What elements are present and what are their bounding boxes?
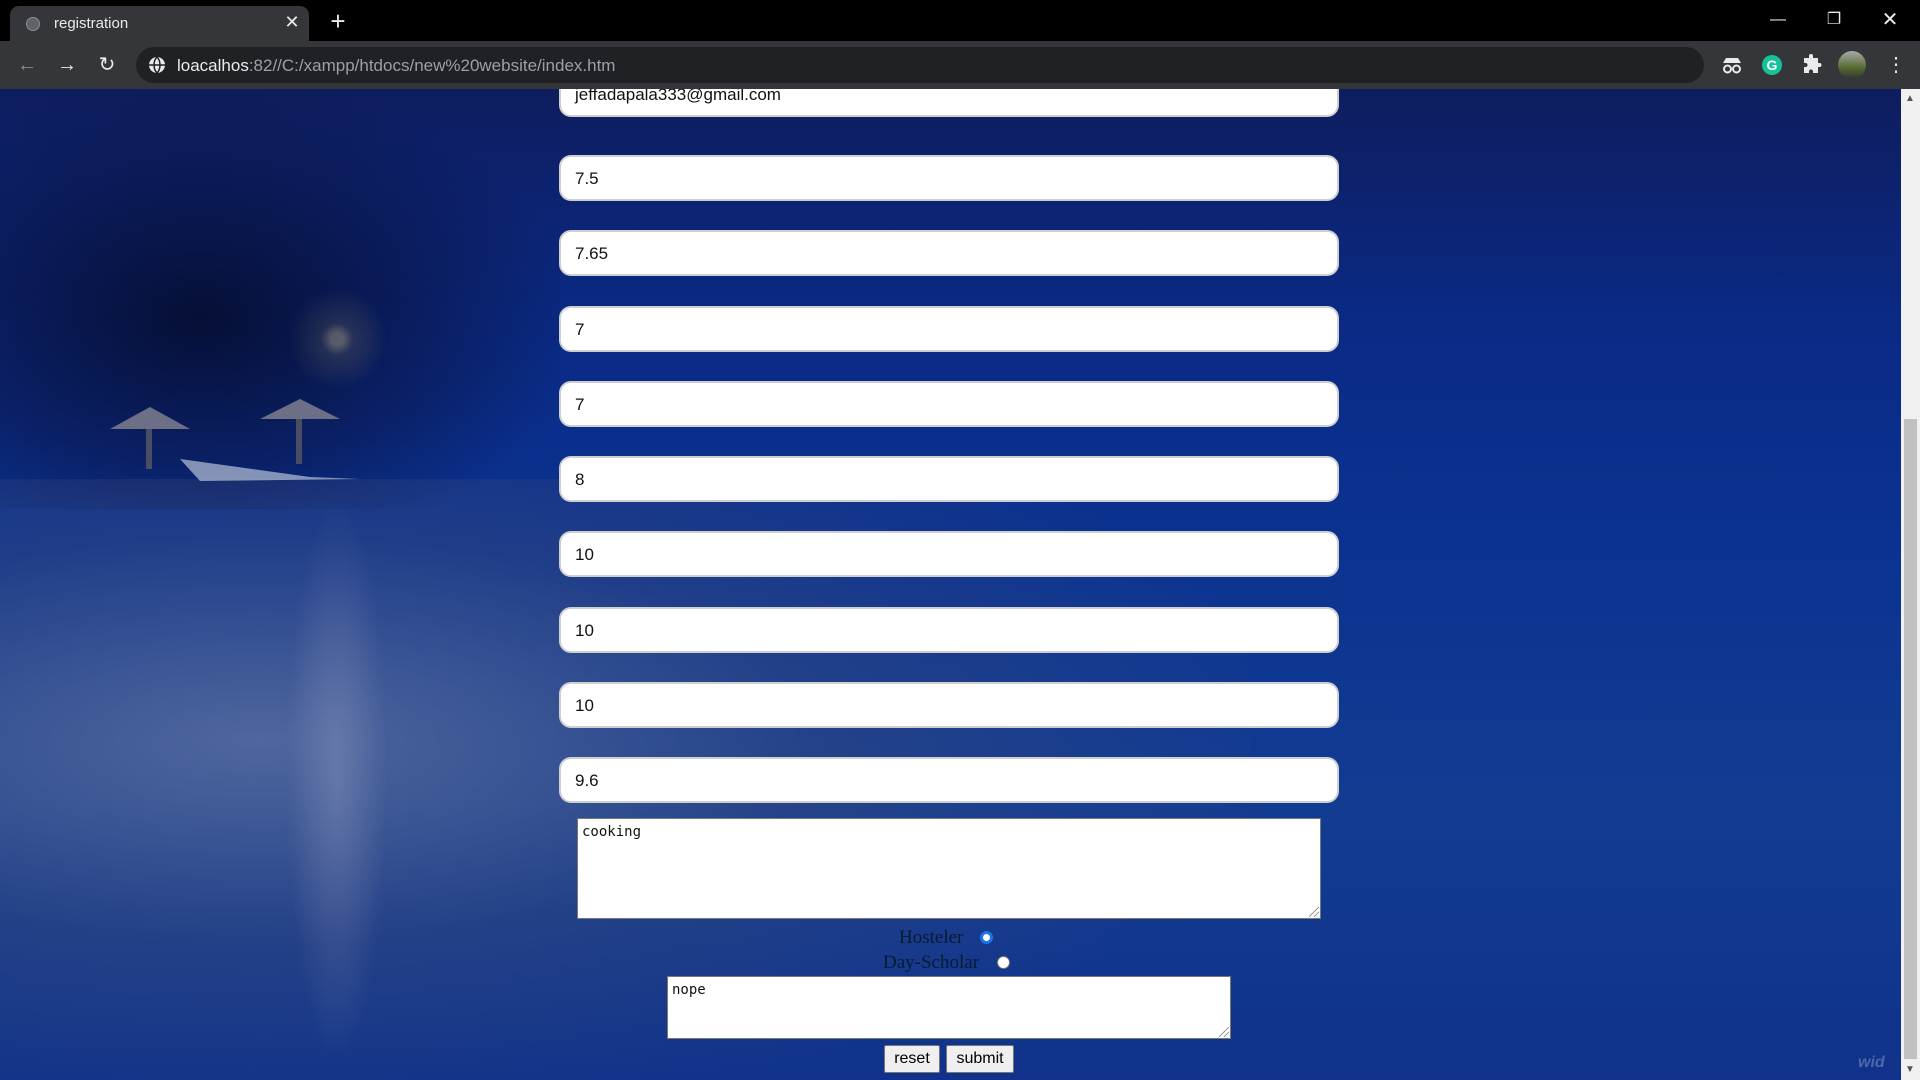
score-value: 7: [575, 395, 585, 414]
score-value: 10: [575, 621, 594, 640]
watermark-text: wid: [1858, 1054, 1885, 1071]
score-value: 7: [575, 320, 585, 339]
email-value: jeffadapala333@gmail.com: [575, 89, 781, 104]
tab-title: registration: [54, 15, 129, 32]
window-close-icon[interactable]: ✕: [1867, 6, 1913, 34]
new-tab-icon[interactable]: +: [324, 8, 352, 36]
score-value: 10: [575, 545, 594, 564]
hosteler-radio[interactable]: [980, 931, 993, 944]
submit-button[interactable]: submit: [946, 1045, 1014, 1073]
hosteler-label: Hosteler: [899, 927, 964, 948]
hobbies-textarea[interactable]: cooking: [577, 818, 1321, 919]
kebab-menu-icon[interactable]: ⋮: [1886, 51, 1906, 79]
day-scholar-radio[interactable]: [997, 956, 1010, 969]
score-field-2[interactable]: 7.65: [559, 230, 1339, 276]
reload-icon[interactable]: ↻: [93, 51, 121, 79]
hobbies-value: cooking: [582, 824, 642, 840]
resize-grip-icon[interactable]: [1219, 1027, 1229, 1037]
profile-avatar[interactable]: [1838, 51, 1866, 79]
page-viewport: jeffadapala333@gmail.com 7.5 7.65 7 7 8 …: [0, 89, 1901, 1080]
score-field-6[interactable]: 10: [559, 531, 1339, 577]
day-scholar-label: Day-Scholar: [883, 952, 980, 973]
grammarly-letter: G: [1767, 57, 1778, 73]
score-field-3[interactable]: 7: [559, 306, 1339, 352]
browser-toolbar: ← → ↻ loacalhos:82//C:/xampp/htdocs/new%…: [0, 41, 1920, 89]
score-value: 7.5: [575, 169, 599, 188]
score-field-7[interactable]: 10: [559, 607, 1339, 653]
incognito-extension-icon[interactable]: [1720, 53, 1744, 77]
scroll-up-arrow-icon[interactable]: ▲: [1905, 93, 1915, 104]
email-field[interactable]: jeffadapala333@gmail.com: [559, 89, 1339, 117]
tab-registration[interactable]: registration ✕: [10, 6, 309, 41]
url-host: loacalhos: [177, 56, 249, 75]
forward-arrow-icon[interactable]: →: [53, 51, 81, 79]
score-value: 9.6: [575, 771, 599, 790]
globe-icon: [149, 56, 165, 74]
score-value: 8: [575, 470, 585, 489]
score-value: 10: [575, 696, 594, 715]
minimize-icon[interactable]: —: [1755, 6, 1801, 34]
restore-icon[interactable]: ❐: [1811, 6, 1857, 34]
remarks-value: nope: [672, 982, 706, 998]
score-field-4[interactable]: 7: [559, 381, 1339, 427]
reset-button[interactable]: reset: [884, 1045, 940, 1073]
score-value: 7.65: [575, 244, 609, 263]
scroll-down-arrow-icon[interactable]: ▼: [1905, 1064, 1915, 1075]
beach-huts-illustration: [110, 399, 360, 481]
score-field-9[interactable]: 9.6: [559, 757, 1339, 803]
address-bar[interactable]: loacalhos:82//C:/xampp/htdocs/new%20webs…: [136, 47, 1704, 83]
score-field-5[interactable]: 8: [559, 456, 1339, 502]
grammarly-extension-icon[interactable]: G: [1760, 53, 1784, 77]
url-text: loacalhos:82//C:/xampp/htdocs/new%20webs…: [177, 56, 615, 76]
extensions-puzzle-icon[interactable]: [1800, 53, 1824, 77]
url-path: :82//C:/xampp/htdocs/new%20website/index…: [248, 56, 616, 75]
tab-strip: registration ✕ + — ❐ ✕: [0, 0, 1920, 41]
score-field-8[interactable]: 10: [559, 682, 1339, 728]
vertical-scrollbar[interactable]: ▲ ▼: [1901, 89, 1920, 1080]
back-arrow-icon[interactable]: ←: [13, 51, 41, 79]
remarks-textarea[interactable]: nope: [667, 976, 1231, 1039]
scrollbar-thumb[interactable]: [1904, 419, 1917, 1059]
score-field-1[interactable]: 7.5: [559, 155, 1339, 201]
resize-grip-icon[interactable]: [1309, 907, 1319, 917]
page-favicon-icon: [26, 17, 40, 31]
close-tab-icon[interactable]: ✕: [282, 12, 302, 32]
